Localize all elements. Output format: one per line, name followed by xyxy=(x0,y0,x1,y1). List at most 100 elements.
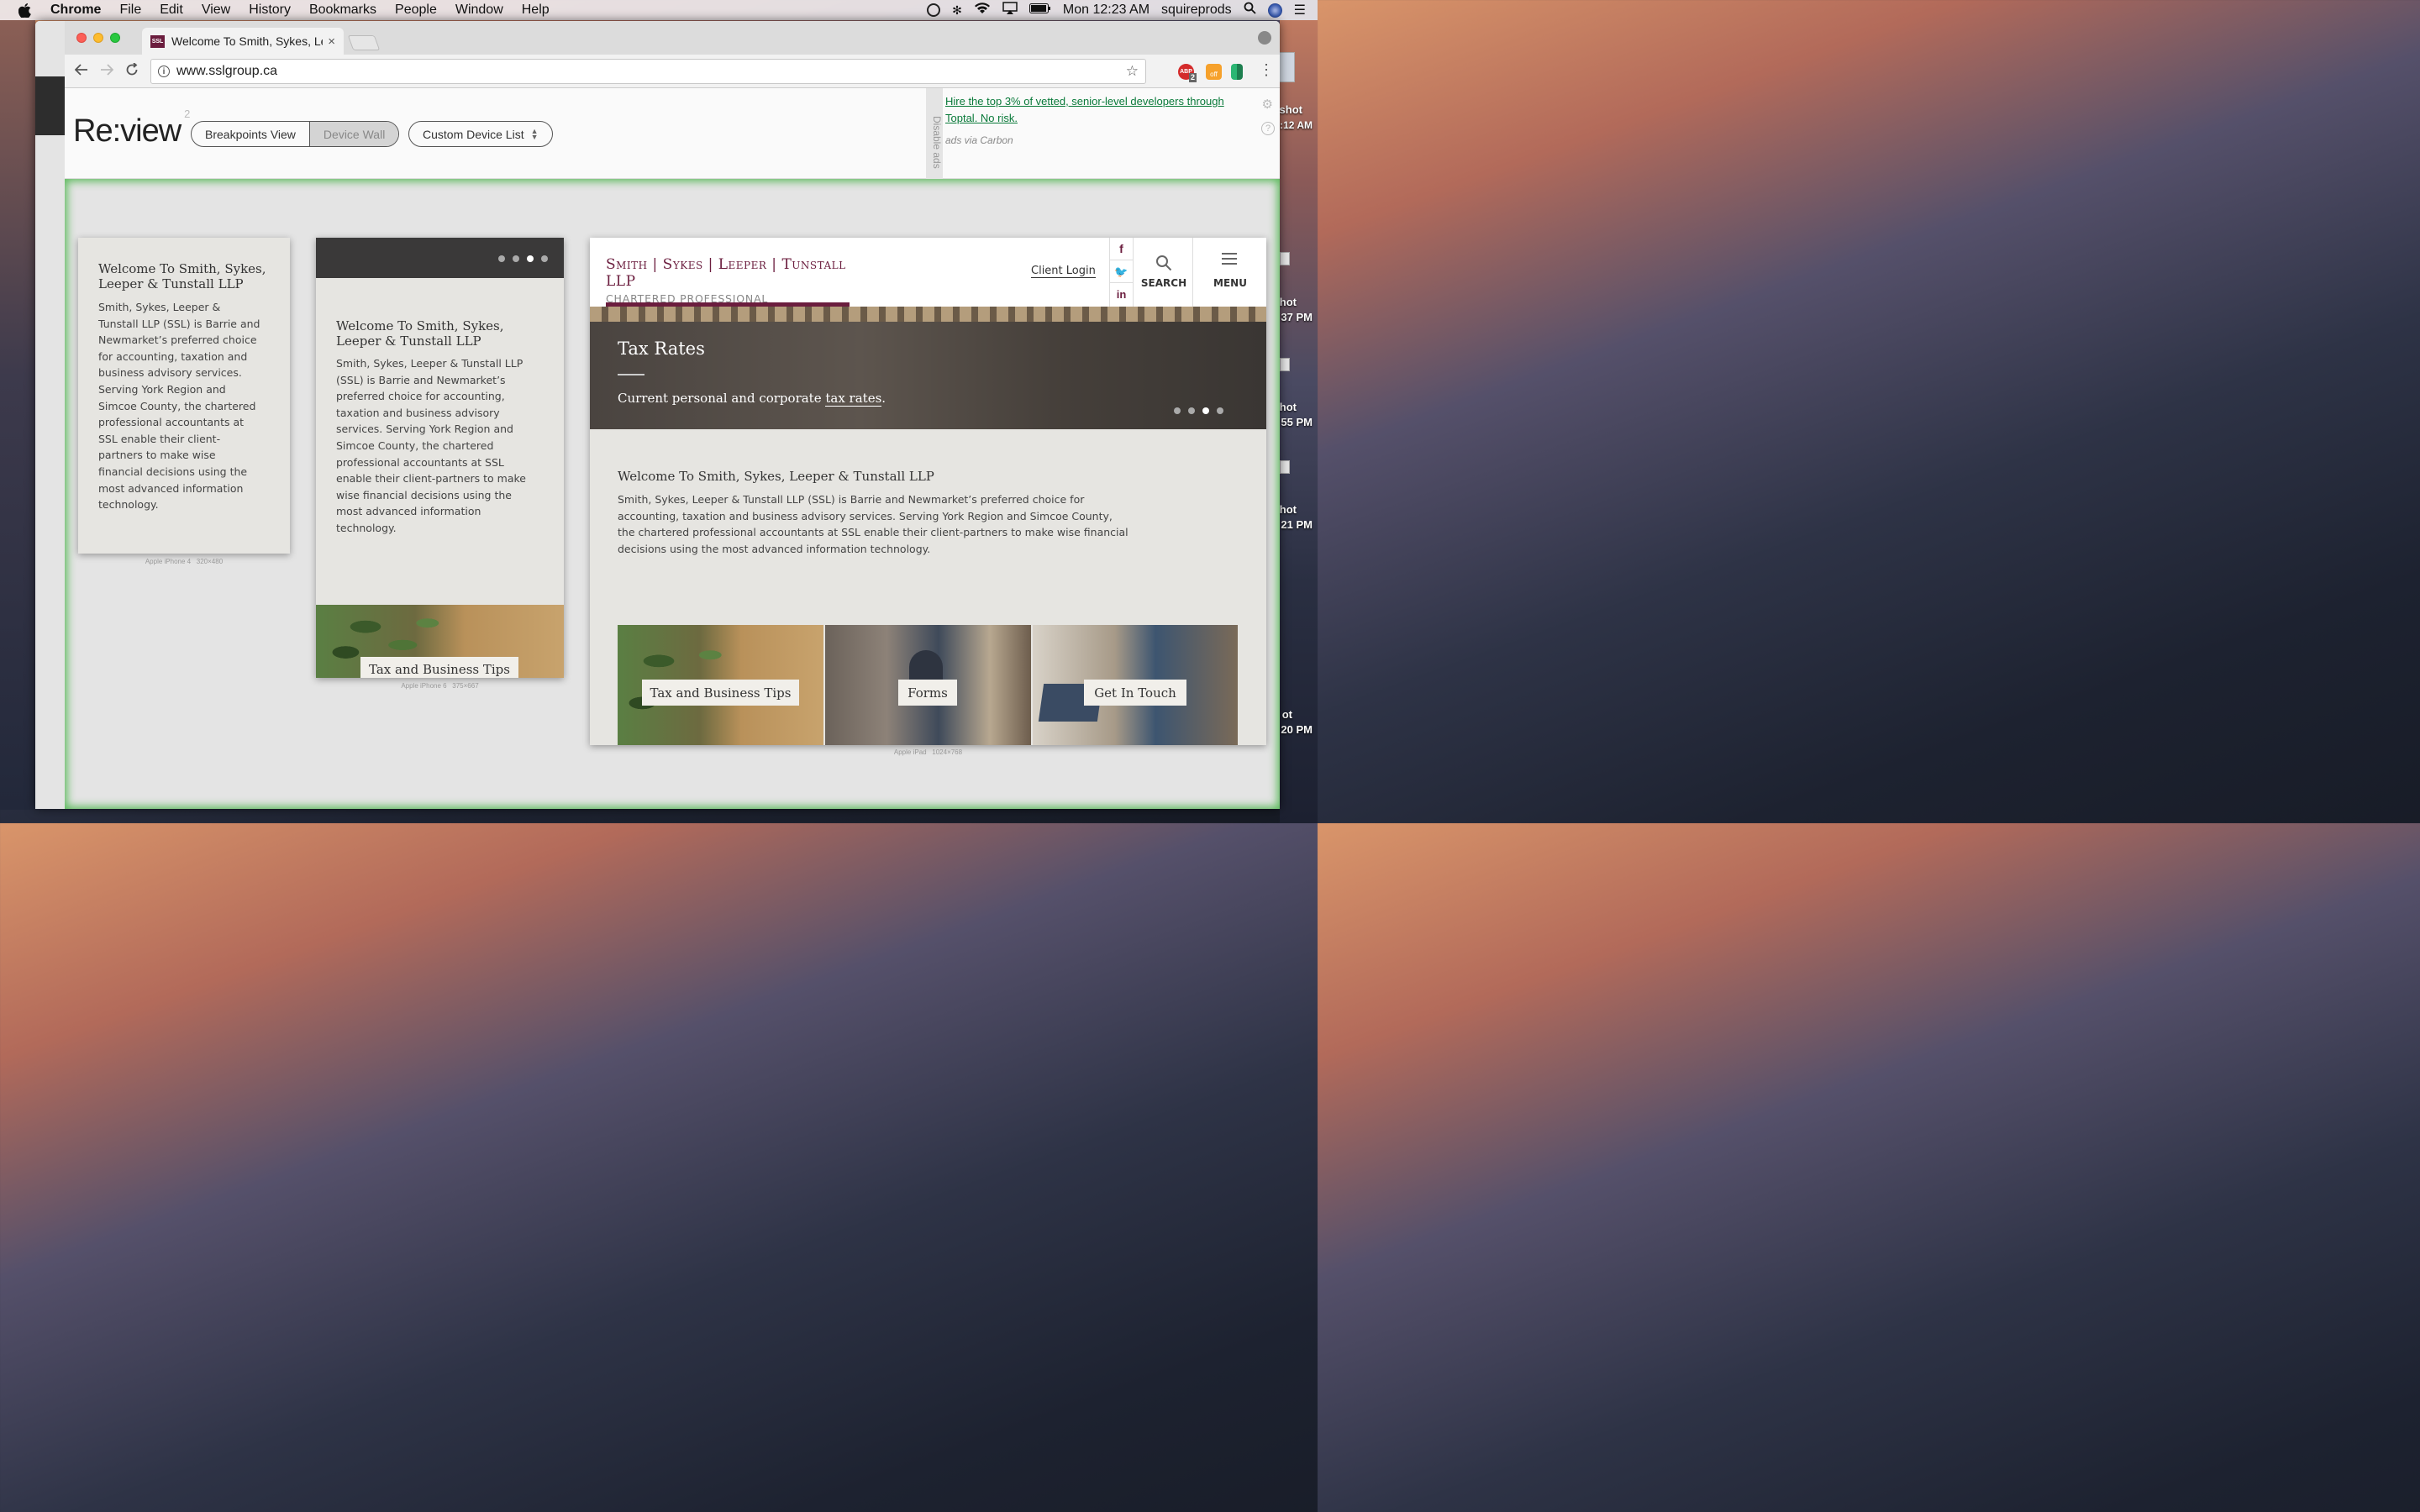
carbon-ad: Hire the top 3% of vetted, senior-level … xyxy=(945,93,1239,149)
view-toggle: Breakpoints View Device Wall xyxy=(191,121,400,147)
back-arrow-icon[interactable] xyxy=(74,63,88,80)
spotlight-search-icon[interactable] xyxy=(1244,2,1256,18)
url-text[interactable]: www.sslgroup.ca xyxy=(176,64,277,79)
tile-tips-label[interactable]: Tax and Business Tips xyxy=(642,680,799,706)
sync-icon[interactable] xyxy=(927,3,941,17)
site-body-text: Smith, Sykes, Leeper & Tunstall LLP (SSL… xyxy=(618,493,1128,555)
desktop-file-icon[interactable] xyxy=(1280,252,1290,265)
reload-icon[interactable] xyxy=(125,62,139,81)
site-heading: Welcome To Smith, Sykes, Leeper & Tunsta… xyxy=(336,318,504,349)
zoom-window-button[interactable] xyxy=(110,33,120,43)
device-wall-button[interactable]: Device Wall xyxy=(308,122,399,146)
tile-forms-image[interactable]: Forms xyxy=(825,625,1031,745)
desktop-file-label[interactable]: hot xyxy=(1280,296,1297,308)
tab-title: Welcome To Smith, Sykes, Leeper xyxy=(171,34,323,48)
ad-via-label[interactable]: ads via Carbon xyxy=(945,132,1239,149)
hero-title: Tax Rates xyxy=(618,339,705,359)
hamburger-icon xyxy=(1222,253,1237,265)
review-logo: Re:view 2 xyxy=(73,108,190,149)
extension-off-label: off xyxy=(1210,71,1218,78)
menu-bookmarks[interactable]: Bookmarks xyxy=(309,3,376,18)
device-frame-iphone4[interactable]: Welcome To Smith, Sykes, Leeper & Tunsta… xyxy=(78,238,290,554)
tile-contact-label[interactable]: Get In Touch xyxy=(1084,680,1186,706)
menu-help[interactable]: Help xyxy=(522,3,550,18)
menu-edit[interactable]: Edit xyxy=(160,3,183,18)
tab-active[interactable]: SSL Welcome To Smith, Sykes, Leeper × xyxy=(142,28,344,55)
site-body-text: Smith, Sykes, Leeper & Tunstall LLP (SSL… xyxy=(98,301,260,512)
device-frame-iphone6[interactable]: Welcome To Smith, Sykes, Leeper & Tunsta… xyxy=(316,238,564,678)
desktop-file-time: 3:12 AM xyxy=(1274,119,1313,131)
device-caption: Apple iPhone 4 320×480 xyxy=(145,558,224,565)
menu-file[interactable]: File xyxy=(119,3,141,18)
menu-view[interactable]: View xyxy=(202,3,230,18)
gear-icon[interactable]: ⚙ xyxy=(1262,97,1273,112)
site-body-text: Smith, Sykes, Leeper & Tunstall LLP (SSL… xyxy=(336,357,527,534)
evernote-extension-icon[interactable] xyxy=(1231,64,1243,80)
desktop-file-label[interactable]: shot xyxy=(1280,103,1302,116)
desktop-left-edge xyxy=(0,20,35,810)
firm-logo[interactable]: Smith | Sykes | Leeper | Tunstall LLP Ch… xyxy=(606,256,850,318)
breakpoints-view-button[interactable]: Breakpoints View xyxy=(192,122,309,146)
search-button[interactable]: SEARCH xyxy=(1134,238,1193,307)
wifi-icon[interactable] xyxy=(974,2,991,18)
search-icon xyxy=(1155,255,1172,276)
linkedin-icon[interactable]: in xyxy=(1110,283,1133,306)
menu-app-chrome[interactable]: Chrome xyxy=(50,3,101,18)
facebook-icon[interactable]: f xyxy=(1110,238,1133,260)
menu-history[interactable]: History xyxy=(249,3,291,18)
client-login-link[interactable]: Client Login xyxy=(1031,265,1096,278)
apple-icon[interactable] xyxy=(18,3,35,18)
desktop-file-label[interactable]: hot xyxy=(1280,503,1297,516)
close-window-button[interactable] xyxy=(76,33,87,43)
bookmark-star-icon[interactable]: ☆ xyxy=(1126,63,1139,80)
disable-ads-button[interactable]: Disable ads xyxy=(926,88,943,179)
profile-icon[interactable] xyxy=(1258,31,1271,45)
siri-icon[interactable] xyxy=(1267,3,1282,18)
menu-people[interactable]: People xyxy=(395,3,437,18)
twitter-icon[interactable]: 🐦 xyxy=(1110,260,1133,283)
menubar-user[interactable]: squireprods xyxy=(1161,3,1232,18)
background-window[interactable] xyxy=(35,21,65,809)
menu-window[interactable]: Window xyxy=(455,3,503,18)
custom-device-list-button[interactable]: Custom Device List ▲ ▼ xyxy=(408,121,553,147)
desktop-file-icon[interactable] xyxy=(1280,460,1290,474)
menu-button[interactable]: MENU xyxy=(1194,238,1266,307)
chrome-window: SSL Welcome To Smith, Sykes, Leeper × i … xyxy=(35,21,1280,809)
minimize-window-button[interactable] xyxy=(93,33,103,43)
site-favicon: SSL xyxy=(150,34,165,48)
close-tab-icon[interactable]: × xyxy=(328,34,335,49)
tile-tips-image[interactable]: Tax and Business Tips xyxy=(316,605,564,678)
adblock-badge: 2 xyxy=(1188,73,1197,82)
adblock-extension-icon[interactable]: ABP 2 xyxy=(1178,64,1197,82)
bluetooth-icon[interactable]: ✻ xyxy=(952,3,962,18)
tile-forms-label[interactable]: Forms xyxy=(898,680,957,706)
device-frame-ipad[interactable]: Smith | Sykes | Leeper | Tunstall LLP Ch… xyxy=(590,238,1266,745)
site-info-icon[interactable]: i xyxy=(158,66,170,77)
help-icon[interactable]: ? xyxy=(1261,122,1275,135)
hero-slider-dots[interactable] xyxy=(1174,407,1223,414)
device-caption: Apple iPad 1024×768 xyxy=(893,748,963,756)
forward-arrow-icon[interactable] xyxy=(100,63,114,80)
desktop-file-label[interactable]: hot xyxy=(1280,401,1297,413)
sort-arrows-icon: ▲ ▼ xyxy=(530,126,539,141)
address-bar[interactable]: i www.sslgroup.ca ☆ xyxy=(150,59,1146,84)
menubar-clock[interactable]: Mon 12:23 AM xyxy=(1063,3,1150,18)
tile-tips-image[interactable]: Tax and Business Tips xyxy=(618,625,823,745)
tab-strip: SSL Welcome To Smith, Sykes, Leeper × xyxy=(65,21,1280,55)
desktop-file-icon[interactable] xyxy=(1280,358,1290,371)
airplay-icon[interactable] xyxy=(1002,2,1018,18)
desktop-file-label[interactable]: ot xyxy=(1282,708,1292,721)
desktop-file-icon[interactable] xyxy=(1278,52,1295,82)
slider-dots[interactable] xyxy=(498,255,548,262)
ad-link[interactable]: Hire the top 3% of vetted, senior-level … xyxy=(945,95,1224,124)
chrome-menu-icon[interactable]: ⋮ xyxy=(1259,61,1274,79)
battery-icon[interactable] xyxy=(1028,3,1051,18)
tile-tips-label[interactable]: Tax and Business Tips xyxy=(360,657,518,678)
notification-center-icon[interactable]: ☰ xyxy=(1294,2,1306,18)
tile-contact-image[interactable]: Get In Touch xyxy=(1033,625,1238,745)
shopping-extension-icon[interactable]: off xyxy=(1206,64,1222,80)
new-tab-button[interactable] xyxy=(347,35,381,50)
custom-device-list-label: Custom Device List xyxy=(423,127,524,141)
tax-rates-link[interactable]: tax rates xyxy=(825,391,882,407)
review-toolbar: Re:view 2 Breakpoints View Device Wall Cu… xyxy=(65,88,1280,179)
